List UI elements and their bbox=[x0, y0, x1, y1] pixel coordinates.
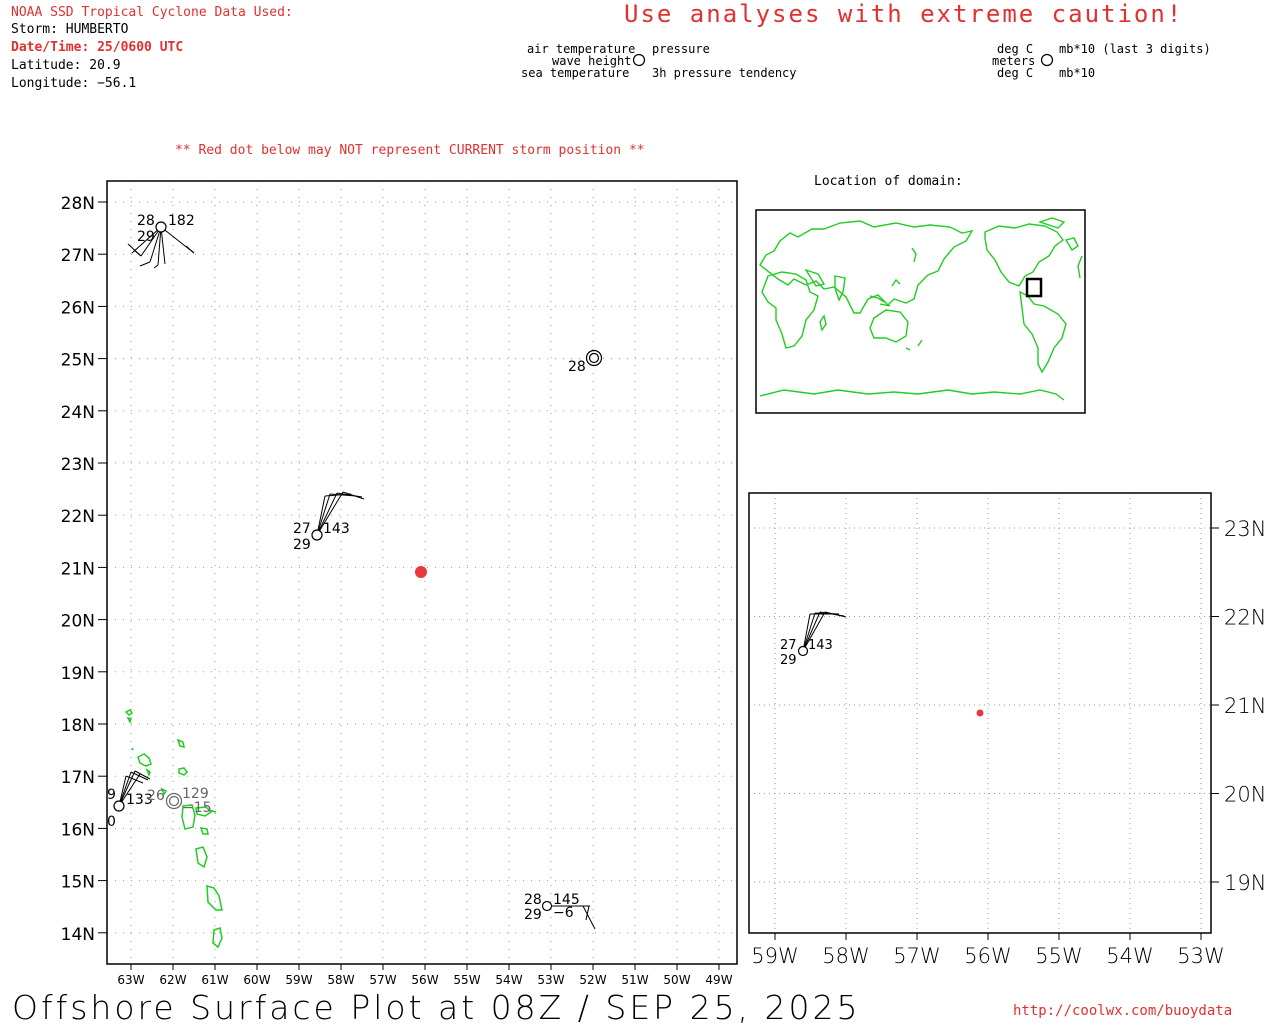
lon-tick-label: 54W bbox=[495, 973, 522, 987]
zoom-lat-tick-label: 20N bbox=[1224, 783, 1266, 807]
lon-tick-label: 59W bbox=[285, 973, 312, 987]
lon-tick-label: 51W bbox=[621, 973, 648, 987]
zoom-lat-labels: 23N 22N 21N 20N 19N bbox=[1211, 517, 1266, 895]
plot-title: Offshore Surface Plot at 08Z / SEP 25, 2… bbox=[12, 988, 861, 1027]
zoom-storm-position-marker bbox=[976, 709, 984, 717]
lon-tick-label: 57W bbox=[369, 973, 396, 987]
legend-station-circle-units bbox=[1040, 53, 1054, 67]
lat-tick-label: 14N bbox=[61, 925, 95, 945]
lat-tick-label: 28N bbox=[61, 194, 95, 214]
lat-tick-label: 17N bbox=[61, 768, 95, 788]
lon-tick-label: 50W bbox=[663, 973, 690, 987]
station-sea-temp: 0 bbox=[107, 814, 116, 830]
storm-position-marker bbox=[415, 566, 427, 578]
lon-tick-label: 56W bbox=[411, 973, 438, 987]
station-pressure: 182 bbox=[168, 213, 195, 229]
lat-tick-label: 22N bbox=[61, 507, 95, 527]
station-sea-temp: 29 bbox=[137, 229, 155, 245]
zoom-lon-tick-label: 57W bbox=[893, 944, 941, 968]
zoom-lon-tick-label: 54W bbox=[1106, 944, 1154, 968]
lat-tick-label: 20N bbox=[61, 612, 95, 632]
main-lon-labels: 63W 62W 61W 60W 59W 58W 57W 56W 55W 54W 53W 52W 51W 5… bbox=[117, 964, 733, 987]
station-circle bbox=[311, 529, 323, 541]
lon-tick-label: 60W bbox=[243, 973, 270, 987]
zoom-lon-tick-label: 59W bbox=[751, 944, 799, 968]
zoom-lat-tick-label: 21N bbox=[1224, 694, 1266, 718]
station-air-temp: 26 bbox=[147, 788, 165, 804]
station-air-temp: 9 bbox=[107, 787, 116, 803]
zoom-lat-tick-label: 22N bbox=[1224, 606, 1266, 630]
lat-tick-label: 21N bbox=[61, 559, 95, 579]
station-sea-temp: 29 bbox=[524, 907, 542, 923]
lat-tick-label: 24N bbox=[61, 403, 95, 423]
legend-station-circle bbox=[632, 53, 646, 67]
lon-tick-label: 62W bbox=[159, 973, 186, 987]
station-circle bbox=[797, 645, 809, 657]
lat-tick-label: 16N bbox=[61, 820, 95, 840]
lon-tick-label: 53W bbox=[537, 973, 564, 987]
lat-tick-label: 15N bbox=[61, 873, 95, 893]
zoom-station-sea-temp: 29 bbox=[780, 653, 797, 668]
zoom-lon-tick-label: 58W bbox=[822, 944, 870, 968]
lon-tick-label: 52W bbox=[579, 973, 606, 987]
main-lat-labels: 28N 27N 26N 25N 24N 23N 22N 21N 20N 19N 18N 17N 16N 1… bbox=[61, 194, 107, 945]
zoom-lon-tick-label: 55W bbox=[1035, 944, 1083, 968]
station-sea-temp: 29 bbox=[293, 537, 311, 553]
zoom-lon-tick-label: 53W bbox=[1177, 944, 1225, 968]
main-stations: 28 29 182 28 27 29 143 9 0 133 26 129 −1… bbox=[107, 213, 603, 930]
lat-tick-label: 27N bbox=[61, 246, 95, 266]
lat-tick-label: 26N bbox=[61, 298, 95, 318]
station-circle bbox=[588, 352, 600, 364]
lon-tick-label: 49W bbox=[705, 973, 732, 987]
station-circle bbox=[168, 795, 180, 807]
land-outline-antilles bbox=[124, 709, 223, 949]
station-pressure: 143 bbox=[323, 521, 350, 537]
zoom-station-pressure: 143 bbox=[808, 638, 833, 653]
lat-tick-label: 19N bbox=[61, 664, 95, 684]
lat-tick-label: 23N bbox=[61, 455, 95, 475]
zoom-station-air-temp: 27 bbox=[780, 638, 797, 653]
lon-tick-label: 63W bbox=[117, 973, 144, 987]
station-air-temp: 27 bbox=[293, 521, 311, 537]
map-canvas: 28N 27N 26N 25N 24N 23N 22N 21N 20N 19N 18N 17N 16N 1… bbox=[61, 53, 1266, 987]
station-circle bbox=[541, 900, 553, 912]
inset-world-map bbox=[755, 209, 1086, 414]
lon-tick-label: 58W bbox=[327, 973, 354, 987]
lon-tick-label: 55W bbox=[453, 973, 480, 987]
station-circle bbox=[155, 221, 167, 233]
zoom-lat-tick-label: 19N bbox=[1224, 871, 1266, 895]
zoom-lon-labels: 59W 58W 57W 56W 55W 54W 53W bbox=[751, 933, 1225, 968]
station-air-temp: 28 bbox=[568, 359, 586, 375]
lat-tick-label: 25N bbox=[61, 351, 95, 371]
source-url[interactable]: http://coolwx.com/buoydata bbox=[1013, 1003, 1232, 1019]
station-pressure-tendency: −6 bbox=[553, 905, 574, 921]
zoom-lat-tick-label: 23N bbox=[1224, 517, 1266, 541]
lat-tick-label: 18N bbox=[61, 716, 95, 736]
station-pressure-tendency: −15 bbox=[182, 800, 212, 816]
lon-tick-label: 61W bbox=[201, 973, 228, 987]
station-air-temp: 28 bbox=[524, 892, 542, 908]
zoom-lon-tick-label: 56W bbox=[964, 944, 1012, 968]
station-air-temp: 28 bbox=[137, 213, 155, 229]
